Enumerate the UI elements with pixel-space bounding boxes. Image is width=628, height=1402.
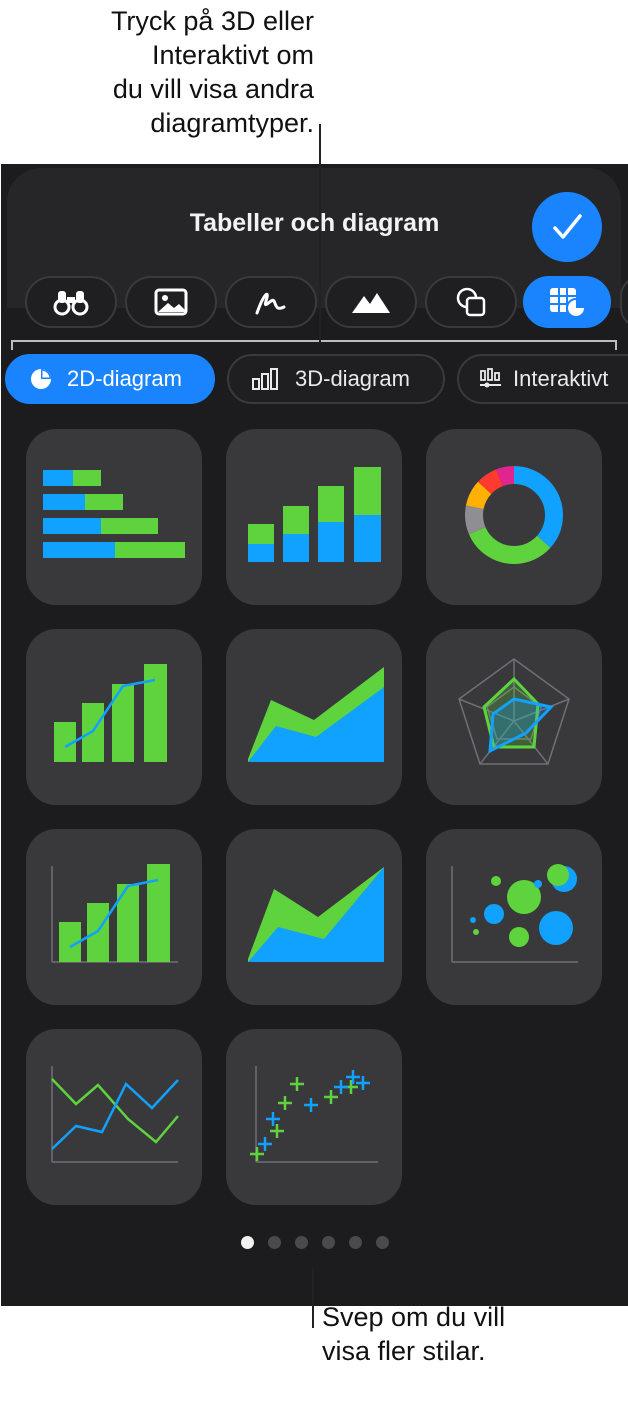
radar-chart-icon — [458, 658, 570, 765]
category-tables-button[interactable] — [25, 276, 117, 328]
mountains-icon — [352, 293, 390, 313]
chart-style-radar[interactable] — [426, 629, 602, 805]
segment-interactive[interactable]: Interaktivt — [457, 354, 628, 404]
segment-2d-label: 2D-diagram — [67, 366, 182, 391]
category-media-button[interactable] — [125, 276, 217, 328]
callout-bottom-line-1: Svep om du vill — [322, 1302, 506, 1332]
photo-icon — [154, 288, 188, 316]
charts-popover: Tabeller och diagram 2D-diagram 3D-diagr… — [1, 164, 628, 1306]
callout-top: Tryck på 3D eller Interaktivt om du vill… — [14, 4, 314, 140]
area-chart-icon — [248, 667, 384, 762]
callout-top-line-3: du vill visa andra — [112, 74, 314, 104]
chart-style-scatter[interactable] — [226, 1029, 402, 1205]
area-axes-icon — [248, 867, 384, 962]
chart-style-bar-line-axes[interactable] — [26, 829, 202, 1005]
stacked-bar-vertical-icon — [248, 467, 381, 562]
category-charts-button[interactable] — [523, 276, 611, 328]
page-dot — [240, 1236, 254, 1249]
segment-3d[interactable]: 3D-diagram — [227, 354, 445, 404]
chart-style-bar-line[interactable] — [26, 629, 202, 805]
callout-bottom-line-2: visa fler stilar. — [322, 1336, 486, 1366]
annotation-bracket — [11, 340, 617, 350]
chart-style-stacked-horizontal-bar[interactable] — [26, 429, 202, 605]
segment-2d[interactable]: 2D-diagram — [5, 354, 215, 404]
page-dot — [348, 1236, 362, 1249]
pie-icon — [31, 369, 51, 389]
bubble-chart-icon — [451, 864, 578, 963]
category-shapes-button[interactable] — [425, 276, 517, 328]
chart-style-stacked-area[interactable] — [226, 629, 402, 805]
binoculars-icon — [53, 291, 89, 316]
segment-3d-label: 3D-diagram — [295, 366, 410, 391]
segment-interactive-label: Interaktivt — [513, 366, 609, 391]
chart-style-donut[interactable] — [426, 429, 602, 605]
chart-style-line[interactable] — [26, 1029, 202, 1205]
callout-top-line-4: diagramtyper. — [150, 108, 314, 138]
donut-chart-icon — [465, 466, 563, 564]
bar-line-chart-icon — [54, 664, 167, 762]
page-dot — [267, 1236, 281, 1249]
done-button[interactable] — [532, 192, 602, 262]
callout-bottom-line — [312, 1268, 314, 1328]
page-dot — [375, 1236, 389, 1249]
page-indicator[interactable] — [1, 1236, 628, 1249]
category-landscape-button[interactable] — [325, 276, 417, 328]
page-dot — [294, 1236, 308, 1249]
checkmark-icon — [553, 214, 582, 239]
shapes-icon — [456, 287, 486, 317]
bars-3d-icon — [252, 368, 278, 390]
table-chart-icon — [550, 288, 586, 318]
page-dot — [321, 1236, 335, 1249]
callout-top-line-1: Tryck på 3D eller — [110, 6, 314, 36]
category-drawing-button[interactable] — [225, 276, 317, 328]
stacked-bar-horizontal-icon — [43, 470, 185, 558]
scatter-chart-icon — [250, 1066, 378, 1163]
callout-top-line-2: Interaktivt om — [151, 40, 314, 70]
chart-style-stacked-vertical-bar[interactable] — [226, 429, 402, 605]
chart-style-bubble[interactable] — [426, 829, 602, 1005]
chart-style-area-axes[interactable] — [226, 829, 402, 1005]
scribble-icon — [255, 292, 286, 315]
bar-line-axes-icon — [51, 864, 178, 963]
callout-top-line — [319, 124, 321, 342]
line-chart-icon — [51, 1066, 179, 1163]
callout-bottom: Svep om du vill visa fler stilar. — [322, 1300, 622, 1368]
interactive-icon — [480, 368, 501, 388]
